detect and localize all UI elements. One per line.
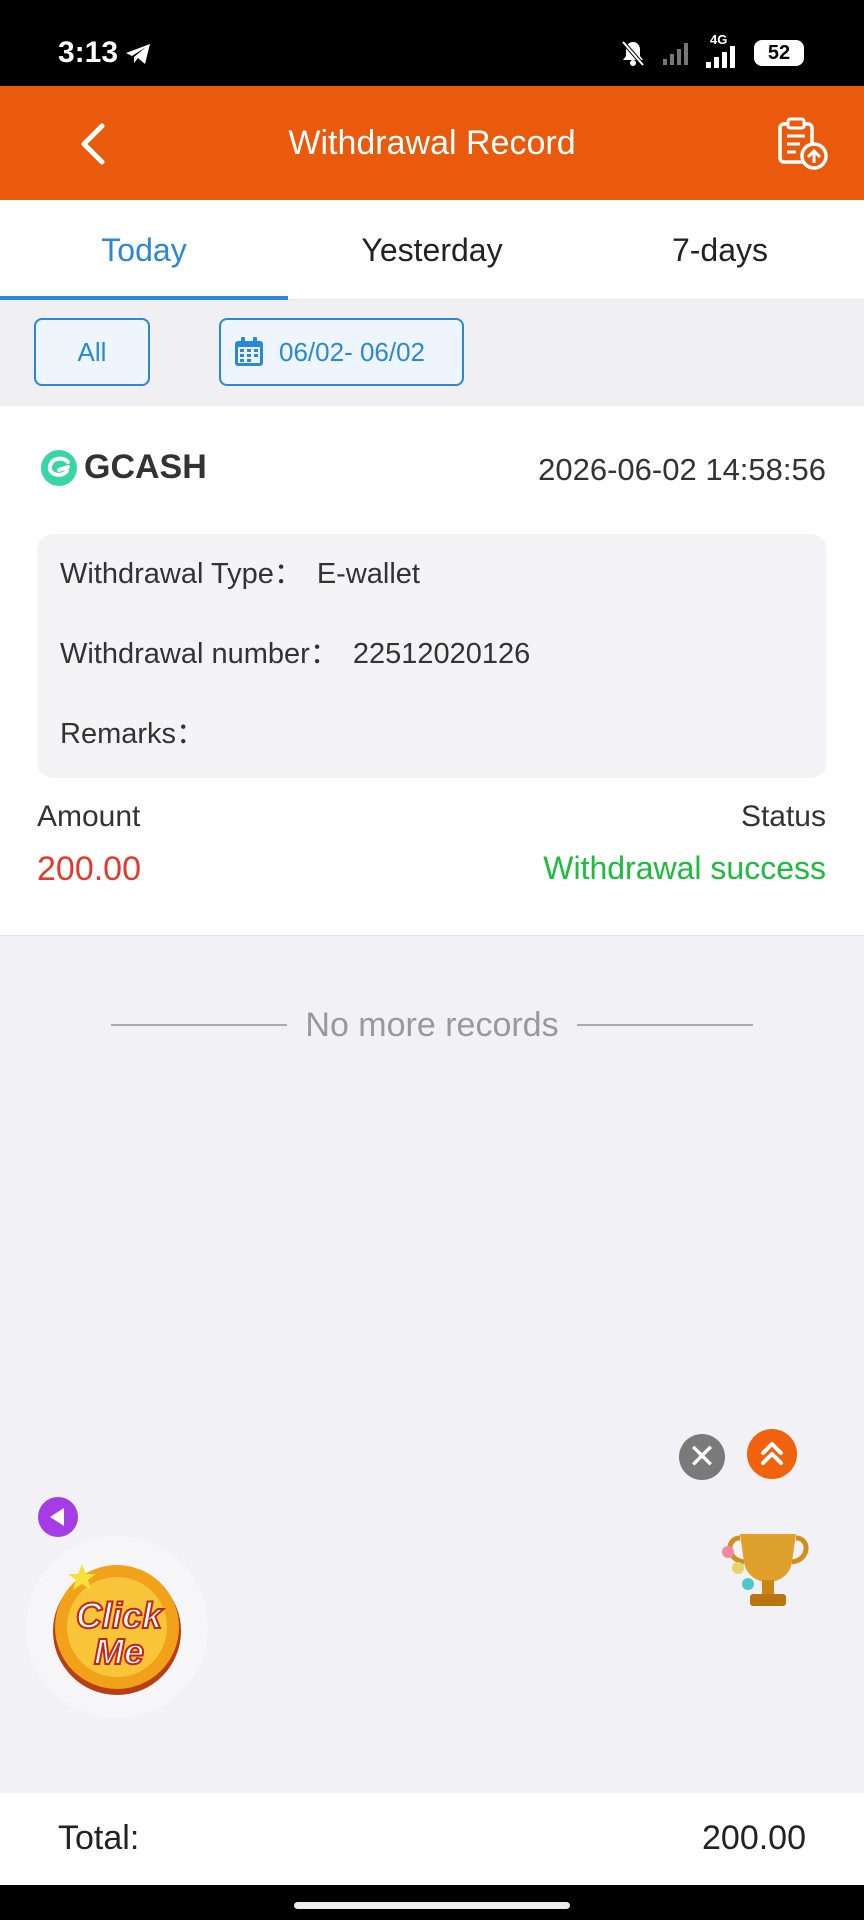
status-icons: 4G 52	[620, 32, 804, 68]
channel: GCASH	[40, 448, 207, 487]
status-value: Withdrawal success	[543, 850, 826, 886]
remarks-label: Remarks：	[60, 718, 206, 750]
tab-7-days[interactable]: 7-days	[576, 200, 864, 299]
withdrawal-number-row: Withdrawal number： 22512020126	[60, 634, 804, 714]
status-time: 3:13	[58, 36, 119, 69]
total-bar: Total: 200.00	[0, 1793, 864, 1885]
filter-all-button[interactable]: All	[34, 318, 150, 386]
leaderboard-button[interactable]	[718, 1518, 818, 1618]
tab-yesterday[interactable]: Yesterday	[288, 200, 576, 299]
withdrawal-number-label: Withdrawal number：	[60, 638, 339, 670]
system-nav-bar	[0, 1885, 864, 1920]
total-value: 200.00	[702, 1819, 806, 1857]
battery-icon: 52	[754, 40, 804, 66]
channel-name: GCASH	[84, 448, 207, 486]
withdrawal-record-card[interactable]: GCASH 2026-06-02 14:58:56 Withdrawal Typ…	[0, 406, 864, 936]
click-me-badge-icon: Click Me	[53, 1564, 181, 1695]
triangle-left-icon	[50, 1508, 64, 1526]
page-title: Withdrawal Record	[288, 124, 576, 162]
click-me-button[interactable]: Click Me	[26, 1536, 208, 1718]
telegram-icon	[126, 44, 150, 64]
mute-bell-icon	[621, 40, 645, 67]
trophy-icon	[722, 1534, 809, 1606]
collapse-widget-button[interactable]	[38, 1497, 78, 1537]
filter-bar: All 06/02- 06/02	[0, 300, 864, 406]
signal-4g-icon: 4G	[704, 32, 738, 68]
divider	[576, 1024, 753, 1026]
signal-icon	[663, 43, 688, 65]
list-end-indicator: No more records	[0, 1000, 864, 1050]
amount-value: 200.00	[37, 850, 141, 888]
app-header: Withdrawal Record	[0, 86, 864, 200]
no-more-records-text: No more records	[305, 1005, 559, 1044]
record-details: Withdrawal Type： E-wallet Withdrawal numb…	[37, 534, 827, 778]
amount-label: Amount	[37, 800, 141, 833]
tab-today[interactable]: Today	[0, 200, 288, 300]
record-datetime: 2026-06-02 14:58:56	[538, 452, 826, 487]
status-label: Status	[740, 800, 826, 833]
close-float-button[interactable]: ✕	[679, 1434, 725, 1480]
withdrawal-number-value: 22512020126	[352, 638, 531, 670]
gcash-logo-icon	[41, 449, 77, 486]
double-chevron-up-icon	[761, 1442, 783, 1465]
record-export-button[interactable]	[774, 116, 830, 172]
total-label: Total:	[58, 1819, 140, 1857]
date-tabs: Today Yesterday 7-days	[0, 200, 864, 300]
date-range-label: 06/02- 06/02	[279, 336, 426, 367]
click-me-line1: Click	[76, 1595, 164, 1636]
withdrawal-type-row: Withdrawal Type： E-wallet	[60, 554, 804, 634]
click-me-line2: Me	[94, 1631, 144, 1672]
clipboard-upload-icon	[778, 117, 828, 170]
home-indicator[interactable]	[294, 1902, 570, 1909]
withdrawal-type-label: Withdrawal Type：	[60, 558, 303, 590]
scroll-top-button[interactable]	[747, 1429, 797, 1479]
remarks-row: Remarks：	[60, 714, 804, 794]
date-range-button[interactable]: 06/02- 06/02	[219, 318, 464, 386]
withdrawal-type-value: E-wallet	[316, 558, 420, 590]
divider	[111, 1024, 288, 1026]
status-bar: 3:13 4G 52	[0, 0, 864, 86]
calendar-icon	[235, 337, 263, 366]
